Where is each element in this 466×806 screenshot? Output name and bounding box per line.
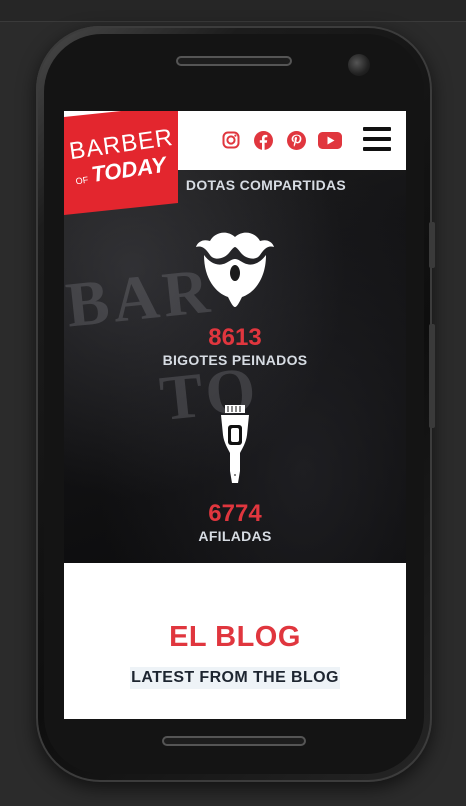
clipper-icon (221, 405, 249, 483)
pinterest-link[interactable] (285, 129, 307, 151)
instagram-link[interactable] (220, 129, 242, 151)
phone-home-bar (162, 736, 306, 746)
phone-screen: BAR TO DOTAS COMPARTIDAS 8613 BIGOTES PE… (64, 111, 406, 719)
menu-bar (363, 137, 391, 141)
brand-logo[interactable]: BARBER OFTODAY (64, 111, 178, 209)
youtube-icon (318, 131, 342, 149)
stat-label-combed: BIGOTES PEINADOS (162, 352, 308, 368)
facebook-link[interactable] (252, 129, 274, 151)
phone-speaker (176, 56, 292, 66)
instagram-icon (222, 131, 240, 149)
blog-subtitle[interactable]: LATEST FROM THE BLOG (130, 667, 340, 689)
beard-mustache-icon (196, 232, 274, 307)
phone-side-button-bottom (429, 324, 435, 428)
logo-text-of: OF (75, 174, 90, 187)
phone-camera (348, 54, 370, 76)
stat-number-sharpened: 6774 (208, 500, 262, 527)
youtube-link[interactable] (317, 129, 343, 151)
stat-label-sharpened: AFILADAS (198, 528, 272, 544)
hamburger-menu-icon[interactable] (363, 127, 391, 151)
blog-title: EL BLOG (169, 621, 301, 653)
stat-number-combed: 8613 (208, 324, 262, 351)
blog-section: EL BLOG LATEST FROM THE BLOG (64, 563, 406, 719)
browser-top-bar (0, 0, 466, 22)
phone-side-button-top (429, 222, 435, 268)
menu-bar (363, 147, 391, 151)
pinterest-icon (286, 130, 306, 150)
facebook-icon (253, 130, 273, 150)
menu-bar (363, 127, 391, 131)
